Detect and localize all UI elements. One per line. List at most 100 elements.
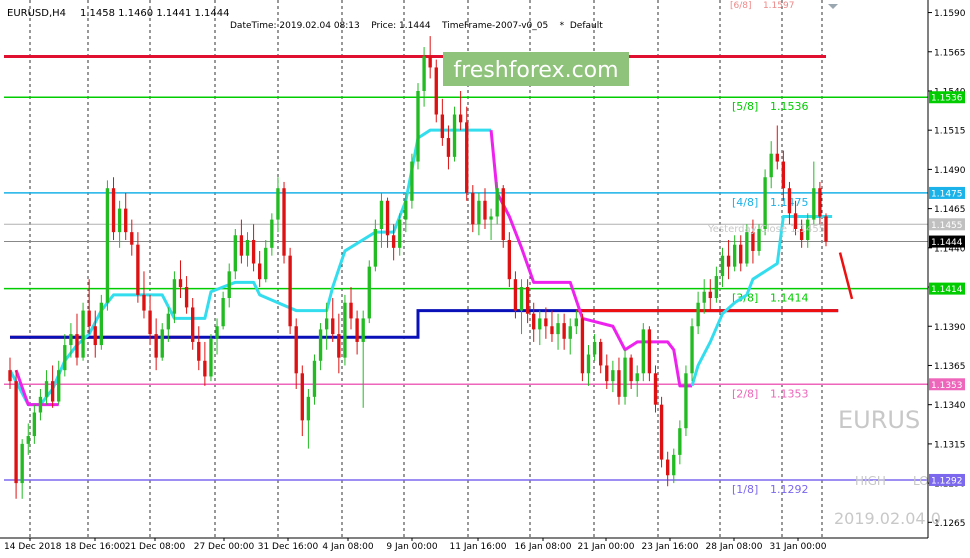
candle-body: [696, 302, 700, 327]
candle-body: [434, 67, 438, 115]
candle-body: [184, 287, 189, 308]
candle-body: [562, 323, 566, 339]
candle-body: [87, 310, 91, 327]
candle-body: [702, 291, 706, 303]
candle-body: [154, 334, 158, 358]
candle-body: [665, 459, 670, 476]
x-tick-label: 23 Jan 16:00: [642, 542, 699, 552]
yesterday-close-label: Yesterday Close 1.1455: [707, 224, 825, 235]
y-tick-label: 1.1465: [934, 205, 966, 215]
price-tag-label: 1.1353: [931, 381, 963, 391]
candle-body: [599, 341, 603, 366]
x-tick-label: 16 Jan 08:00: [515, 542, 572, 552]
murrey-level-name: [2/8]: [732, 387, 758, 400]
candle-body: [623, 357, 627, 397]
chart-ohlc: 1.1458 1.1460 1.1441 1.1444: [80, 8, 230, 19]
candle-body: [148, 310, 152, 335]
candle-body: [739, 244, 743, 264]
candle-body: [197, 341, 201, 361]
candle-body: [458, 114, 463, 123]
candle-body: [507, 239, 512, 280]
y-tick-label: 1.1340: [934, 401, 966, 411]
x-tick-label: 11 Jan 16:00: [450, 542, 507, 552]
candle-body: [617, 370, 621, 397]
candle-body: [714, 276, 719, 299]
y-tick-label: 1.1515: [934, 127, 966, 137]
candle-body: [324, 318, 329, 330]
candle-body: [239, 235, 244, 256]
watermark-text: freshforex.com: [453, 58, 618, 83]
candle-body: [769, 153, 773, 178]
murrey-level-value: 1.1536: [770, 100, 809, 113]
candle-body: [775, 153, 779, 162]
candle-body: [99, 302, 104, 346]
date-large-label: 2019.02.04 0: [834, 509, 941, 528]
chart-symbol: EURUSD,H4: [7, 8, 66, 19]
candle-body: [422, 56, 426, 91]
candle-body: [471, 192, 475, 225]
candle-body: [513, 279, 518, 311]
candle-body: [93, 326, 97, 346]
candle-body: [75, 334, 79, 358]
candle-body: [251, 239, 256, 264]
price-tag-label: 1.1536: [931, 94, 963, 104]
watermark: freshforex.com: [443, 52, 629, 86]
murrey-level-name: [1/8]: [732, 483, 758, 496]
y-tick-label: 1.1390: [934, 323, 966, 333]
candle-body: [653, 373, 658, 405]
candle-body: [745, 232, 749, 264]
murrey-level-value: 1.1414: [770, 292, 809, 305]
candle-body: [105, 188, 110, 303]
candle-body: [209, 338, 213, 377]
price-chart: [5/8]1.1536[4/8]1.1475[3/8]1.1414[2/8]1.…: [0, 0, 970, 558]
candle-body: [257, 263, 262, 280]
candle-body: [44, 381, 49, 397]
candle-body: [166, 313, 171, 330]
candle-body: [38, 396, 43, 413]
candle-body: [690, 326, 694, 374]
candle-body: [124, 208, 128, 233]
price-tag-label: 1.1475: [931, 189, 963, 199]
candle-body: [142, 294, 146, 311]
candle-body: [32, 412, 37, 437]
candle-body: [440, 114, 445, 139]
candle-body: [312, 360, 317, 397]
candle-body: [452, 114, 457, 157]
murrey-level-name: [5/8]: [732, 100, 758, 113]
candle-body: [227, 271, 231, 299]
candle-body: [8, 370, 12, 382]
candle-body: [550, 326, 554, 335]
murrey-level-value: 1.1353: [770, 387, 809, 400]
low-label: LO: [913, 474, 929, 488]
candle-body: [282, 188, 286, 256]
candle-body: [337, 334, 341, 358]
candle-body: [50, 381, 55, 402]
candle-body: [708, 291, 712, 299]
candle-body: [720, 255, 725, 277]
candle-body: [568, 326, 572, 339]
candle-body: [294, 326, 298, 374]
candle-body: [379, 200, 384, 230]
candle-body: [404, 200, 408, 220]
x-tick-label: 9 Jan 00:00: [386, 542, 438, 552]
candle-body: [465, 122, 469, 193]
candle-body: [215, 326, 219, 339]
candle-body: [477, 200, 481, 225]
candle-body: [117, 208, 122, 233]
candle-body: [300, 373, 304, 421]
x-tick-label: 21 Dec 08:00: [125, 542, 186, 552]
candle-body: [203, 360, 207, 377]
candle-body: [361, 318, 365, 342]
candle-body: [178, 279, 183, 288]
x-tick-label: 18 Dec 16:00: [65, 542, 126, 552]
candle-body: [605, 365, 609, 382]
candle-body: [446, 138, 451, 157]
candle-body: [233, 235, 237, 272]
candle-body: [264, 247, 268, 280]
candle-body: [732, 244, 737, 267]
candle-body: [501, 188, 505, 240]
y-tick-label: 1.1590: [934, 9, 966, 19]
candle-body: [483, 200, 487, 220]
candle-body: [26, 436, 30, 444]
candle-body: [781, 161, 786, 189]
